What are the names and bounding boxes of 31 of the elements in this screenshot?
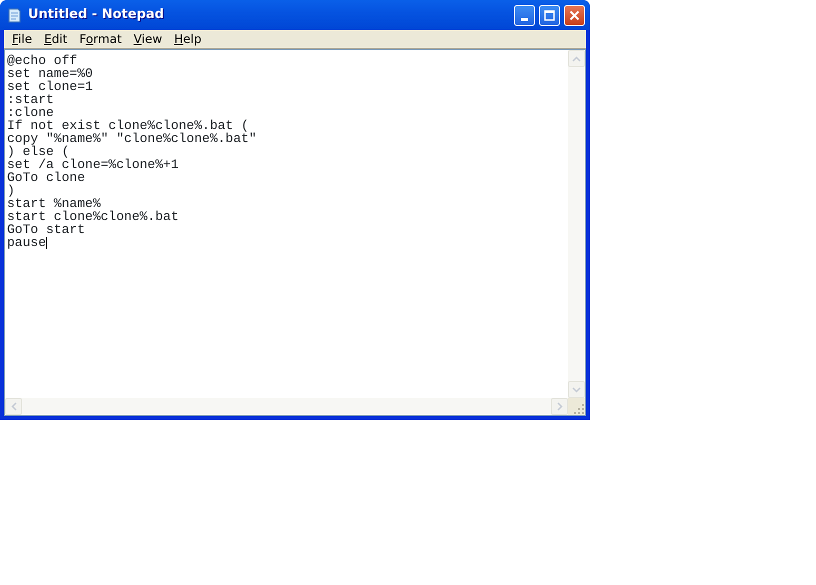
code-line: :start [7, 93, 54, 106]
maximize-icon [544, 10, 555, 20]
maximize-button[interactable] [539, 4, 560, 26]
close-button[interactable] [564, 4, 585, 26]
code-line: start clone%clone%.bat [7, 210, 179, 223]
code-line: ) else ( [7, 145, 70, 158]
menu-item[interactable]: View [128, 30, 168, 48]
menu-item[interactable]: File [6, 30, 38, 48]
vertical-scrollbar[interactable] [568, 50, 585, 398]
code-line: set clone=1 [7, 80, 93, 93]
minimize-icon [521, 18, 528, 20]
code-line: copy "%name%" "clone%clone%.bat" [7, 132, 257, 145]
horizontal-scrollbar[interactable] [5, 398, 568, 415]
window-title: Untitled - Notepad [28, 6, 165, 24]
code-line: start %name% [7, 197, 101, 210]
code-line: If not exist clone%clone%.bat ( [7, 119, 249, 132]
code-line: :clone [7, 106, 54, 119]
menu-item[interactable]: Format [73, 30, 128, 48]
code-line: ) [7, 184, 15, 197]
menu-item[interactable]: Help [168, 30, 208, 48]
menu-item[interactable]: Edit [38, 30, 74, 48]
code-line: set /a clone=%clone%+1 [7, 158, 179, 171]
code-line: GoTo start [7, 223, 86, 236]
resize-grip-icon[interactable] [573, 403, 585, 415]
code-line: pause [7, 236, 46, 249]
code-line: @echo off [7, 54, 78, 67]
code-line: GoTo clone [7, 171, 86, 184]
minimize-button[interactable] [514, 4, 535, 26]
notepad-icon [6, 7, 22, 23]
close-icon [569, 10, 580, 20]
code-line: set name=%0 [7, 67, 93, 80]
